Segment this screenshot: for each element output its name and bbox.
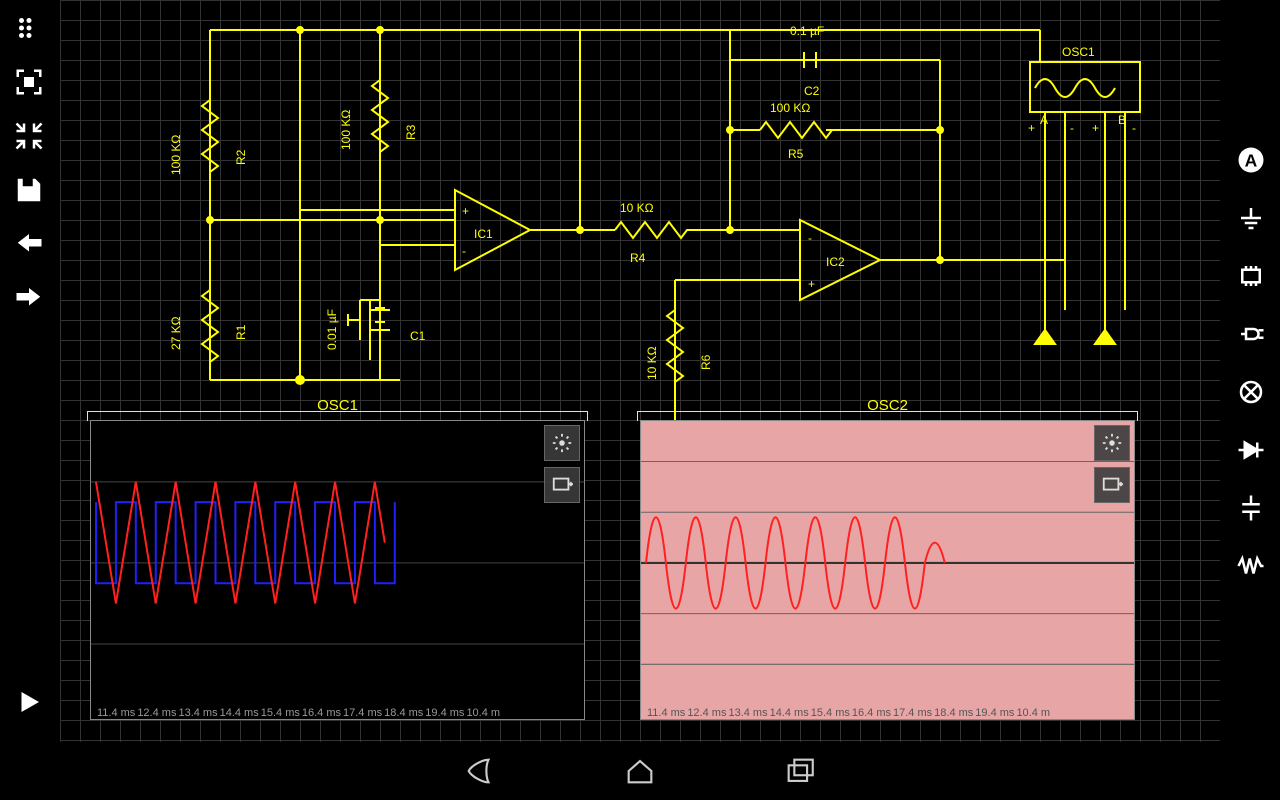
collapse-icon[interactable] xyxy=(9,116,49,156)
oscilloscope-osc1[interactable]: OSC1 11.4 ms12.4 ms13.4 ms14.4 ms15.4 ms… xyxy=(90,420,585,720)
scope-export-icon[interactable] xyxy=(544,467,580,503)
scope-time-axis: 11.4 ms12.4 ms13.4 ms14.4 ms15.4 ms16.4 … xyxy=(91,705,584,719)
left-toolbar xyxy=(0,0,58,742)
android-nav-bar xyxy=(0,742,1280,800)
back-icon[interactable] xyxy=(460,751,500,791)
ground-icon[interactable] xyxy=(1231,198,1271,238)
lamp-icon[interactable] xyxy=(1231,372,1271,412)
home-icon[interactable] xyxy=(620,751,660,791)
menu-icon[interactable] xyxy=(9,8,49,48)
save-icon[interactable] xyxy=(9,170,49,210)
scope-settings-icon[interactable] xyxy=(1094,425,1130,461)
play-icon[interactable] xyxy=(9,682,49,722)
component-palette: A xyxy=(1222,0,1280,742)
capacitor-icon[interactable] xyxy=(1231,488,1271,528)
plug-icon[interactable] xyxy=(1231,314,1271,354)
redo-icon[interactable] xyxy=(9,278,49,318)
undo-icon[interactable] xyxy=(9,224,49,264)
fullscreen-icon[interactable] xyxy=(9,62,49,102)
signal-icon[interactable] xyxy=(1231,546,1271,586)
scope-export-icon[interactable] xyxy=(1094,467,1130,503)
recent-apps-icon[interactable] xyxy=(780,751,820,791)
scope-settings-icon[interactable] xyxy=(544,425,580,461)
scope-time-axis: 11.4 ms12.4 ms13.4 ms14.4 ms15.4 ms16.4 … xyxy=(641,705,1134,719)
ammeter-icon[interactable]: A xyxy=(1231,140,1271,180)
ic-chip-icon[interactable] xyxy=(1231,256,1271,296)
oscilloscope-osc2[interactable]: OSC2 11.4 ms12.4 ms13.4 ms14.4 ms15.4 ms… xyxy=(640,420,1135,720)
svg-text:A: A xyxy=(1245,150,1258,170)
diode-icon[interactable] xyxy=(1231,430,1271,470)
